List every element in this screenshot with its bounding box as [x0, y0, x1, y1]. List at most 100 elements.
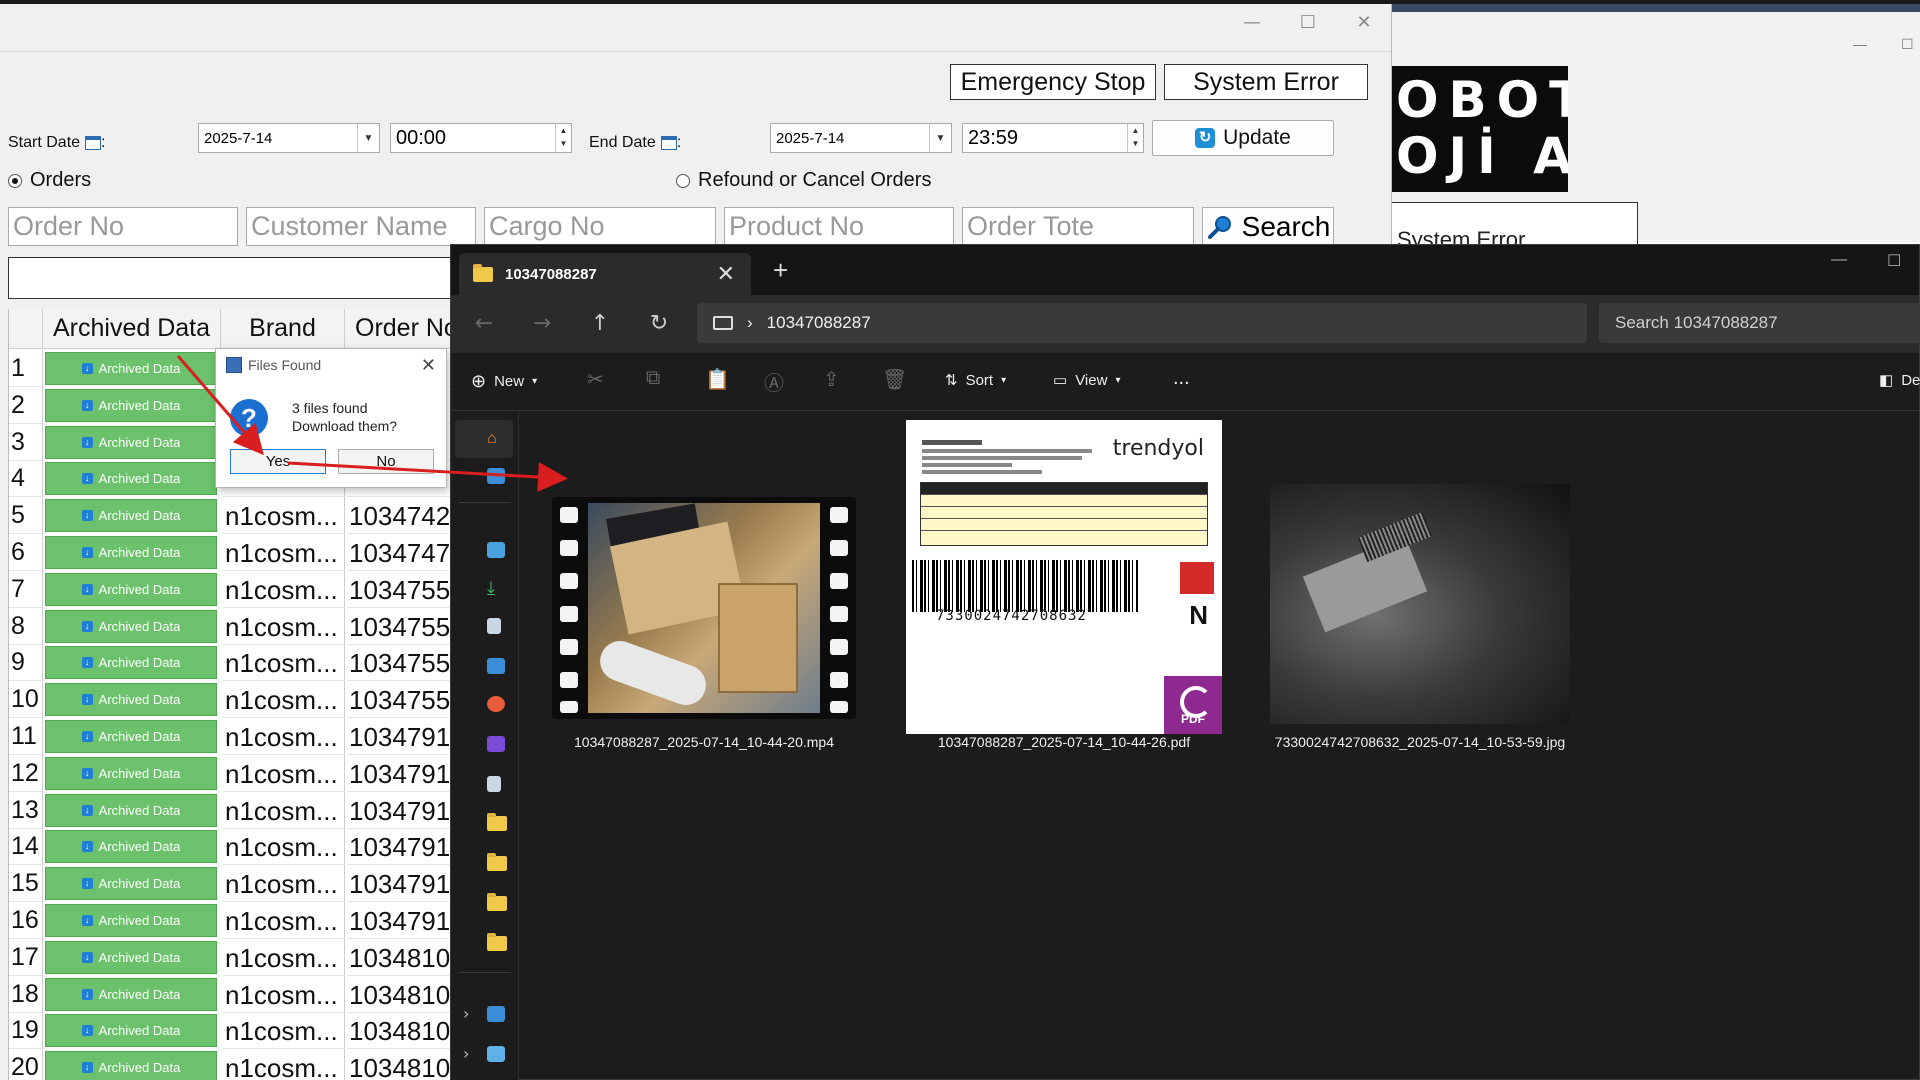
- folder-icon[interactable]: [487, 933, 507, 951]
- archived-data-button[interactable]: ↓ Archived Data: [45, 756, 217, 790]
- table-row[interactable]: 13 ↓ Archived Data n1cosm... 1034791...: [9, 791, 468, 829]
- up-arrow-icon[interactable]: ↑: [585, 311, 615, 336]
- start-time-spinner[interactable]: 00:00 ▲ ▼: [390, 123, 572, 153]
- chevron-down-icon[interactable]: ▼: [357, 124, 379, 152]
- system-error-button[interactable]: System Error: [1164, 64, 1368, 100]
- archived-data-button[interactable]: ↓ Archived Data: [45, 388, 217, 422]
- archived-data-button[interactable]: ↓ Archived Data: [45, 977, 217, 1011]
- spinner-arrows-icon[interactable]: ▲ ▼: [555, 124, 571, 152]
- search-button[interactable]: Search: [1202, 207, 1334, 247]
- cargo-no-input[interactable]: Cargo No: [484, 207, 716, 246]
- table-row[interactable]: 18 ↓ Archived Data n1cosm... 1034810...: [9, 975, 468, 1013]
- archived-data-button[interactable]: ↓ Archived Data: [45, 352, 217, 385]
- maximize-icon[interactable]: ☐: [1887, 251, 1901, 271]
- network-icon[interactable]: [487, 1046, 505, 1062]
- new-tab-icon[interactable]: +: [773, 255, 788, 286]
- spinner-arrows-icon[interactable]: ▲ ▼: [1127, 124, 1143, 152]
- minimize-icon[interactable]: —: [1831, 251, 1847, 269]
- copy-icon[interactable]: ⧉: [646, 367, 660, 390]
- maximize-icon[interactable]: ☐: [1901, 36, 1914, 53]
- column-header-archived[interactable]: Archived Data: [43, 309, 221, 349]
- archived-data-button[interactable]: ↓ Archived Data: [45, 904, 217, 937]
- minimize-icon[interactable]: —: [1237, 12, 1267, 33]
- update-button[interactable]: ↻ Update: [1152, 120, 1334, 156]
- folder-icon[interactable]: [487, 853, 507, 871]
- end-date-picker[interactable]: 2025-7-14 ▼: [770, 123, 952, 153]
- close-icon[interactable]: ✕: [1349, 12, 1379, 33]
- refund-cancel-radio[interactable]: Refound or Cancel Orders: [676, 169, 931, 192]
- close-icon[interactable]: ✕: [421, 355, 436, 376]
- more-options-button[interactable]: ...: [1173, 367, 1190, 390]
- end-time-spinner[interactable]: 23:59 ▲ ▼: [962, 123, 1144, 153]
- emergency-stop-button[interactable]: Emergency Stop: [950, 64, 1156, 100]
- table-row[interactable]: 7 ↓ Archived Data n1cosm... 1034755...: [9, 570, 468, 608]
- barcode-scan-input[interactable]: [8, 257, 468, 299]
- archived-data-button[interactable]: ↓ Archived Data: [45, 536, 217, 569]
- desktop-icon[interactable]: [487, 542, 505, 558]
- forward-arrow-icon[interactable]: →: [527, 311, 557, 336]
- music-icon[interactable]: [487, 696, 505, 712]
- archived-data-button[interactable]: ↓ Archived Data: [45, 1051, 217, 1080]
- start-date-picker[interactable]: 2025-7-14 ▼: [198, 123, 380, 153]
- archived-data-button[interactable]: ↓ Archived Data: [45, 720, 217, 753]
- path-field[interactable]: › 10347088287: [697, 303, 1587, 343]
- archived-data-button[interactable]: ↓ Archived Data: [45, 609, 217, 643]
- archived-data-button[interactable]: ↓ Archived Data: [45, 572, 217, 606]
- cut-icon[interactable]: ✂: [587, 367, 604, 392]
- back-arrow-icon[interactable]: ←: [469, 311, 499, 336]
- pdf-file-thumbnail[interactable]: trendyol 7330024742708632 N PDF: [906, 420, 1222, 734]
- customer-name-input[interactable]: Customer Name: [246, 207, 476, 246]
- archived-data-button[interactable]: ↓ Archived Data: [45, 940, 217, 974]
- archived-data-button[interactable]: ↓ Archived Data: [45, 499, 217, 533]
- archived-data-button[interactable]: ↓ Archived Data: [45, 1014, 217, 1048]
- table-row[interactable]: 16 ↓ Archived Data n1cosm... 1034791...: [9, 902, 468, 939]
- archived-data-button[interactable]: ↓ Archived Data: [45, 830, 217, 864]
- close-tab-icon[interactable]: ✕: [717, 261, 735, 287]
- archived-data-button[interactable]: ↓ Archived Data: [45, 793, 217, 827]
- table-row[interactable]: 8 ↓ Archived Data n1cosm... 1034755...: [9, 607, 468, 645]
- table-row[interactable]: 20 ↓ Archived Data n1cosm... 1034810...: [9, 1049, 468, 1080]
- sort-button[interactable]: ⇅ Sort ▾: [945, 371, 1006, 390]
- no-button[interactable]: No: [338, 449, 434, 474]
- table-row[interactable]: 11 ↓ Archived Data n1cosm... 1034791...: [9, 718, 468, 755]
- order-tote-input[interactable]: Order Tote: [962, 207, 1194, 246]
- chevron-down-icon[interactable]: ▼: [929, 124, 951, 152]
- archived-data-button[interactable]: ↓ Archived Data: [45, 683, 217, 717]
- videos-icon[interactable]: [487, 736, 505, 752]
- rename-icon[interactable]: Ⓐ: [764, 367, 784, 396]
- table-row[interactable]: 5 ↓ Archived Data n1cosm... 1034742...: [9, 497, 468, 535]
- downloads-icon[interactable]: ⤓: [487, 578, 495, 598]
- image-file-name[interactable]: 7330024742708632_2025-07-14_10-53-59.jpg: [1250, 734, 1590, 750]
- table-row[interactable]: 12 ↓ Archived Data n1cosm... 1034791...: [9, 754, 468, 792]
- minimize-icon[interactable]: —: [1853, 36, 1867, 52]
- folder-icon[interactable]: [487, 813, 507, 831]
- details-pane-button[interactable]: ◧ De: [1879, 371, 1920, 390]
- documents-icon[interactable]: [487, 618, 501, 634]
- table-row[interactable]: 17 ↓ Archived Data n1cosm... 1034810...: [9, 938, 468, 976]
- gallery-icon[interactable]: [487, 468, 505, 484]
- view-button[interactable]: ▭ View ▾: [1053, 371, 1120, 390]
- delete-icon[interactable]: 🗑: [882, 367, 907, 392]
- product-no-input[interactable]: Product No: [724, 207, 954, 246]
- explorer-tab[interactable]: 10347088287 ✕: [459, 253, 751, 295]
- archived-data-button[interactable]: ↓ Archived Data: [45, 646, 217, 680]
- table-row[interactable]: 15 ↓ Archived Data n1cosm... 1034791...: [9, 865, 468, 903]
- share-icon[interactable]: ⇪: [823, 367, 840, 392]
- video-file-thumbnail[interactable]: [552, 497, 856, 719]
- yes-button[interactable]: Yes: [230, 449, 326, 474]
- maximize-icon[interactable]: ☐: [1293, 12, 1323, 33]
- archived-data-button[interactable]: ↓ Archived Data: [45, 425, 217, 459]
- image-file-thumbnail[interactable]: [1270, 484, 1570, 724]
- pictures-icon[interactable]: [487, 658, 505, 674]
- this-pc-icon[interactable]: [487, 1006, 505, 1022]
- chevron-right-icon[interactable]: ›: [463, 1044, 469, 1063]
- archived-data-button[interactable]: ↓ Archived Data: [45, 867, 217, 901]
- orders-radio[interactable]: Orders: [8, 169, 91, 192]
- folder-icon[interactable]: [487, 893, 507, 911]
- home-icon[interactable]: ⌂: [487, 430, 497, 447]
- video-file-name[interactable]: 10347088287_2025-07-14_10-44-20.mp4: [552, 734, 856, 750]
- chevron-right-icon[interactable]: ›: [463, 1004, 469, 1023]
- column-header-brand[interactable]: Brand: [221, 309, 345, 349]
- table-row[interactable]: 19 ↓ Archived Data n1cosm... 1034810...: [9, 1012, 468, 1050]
- new-button[interactable]: ⊕ New ▾: [471, 371, 537, 392]
